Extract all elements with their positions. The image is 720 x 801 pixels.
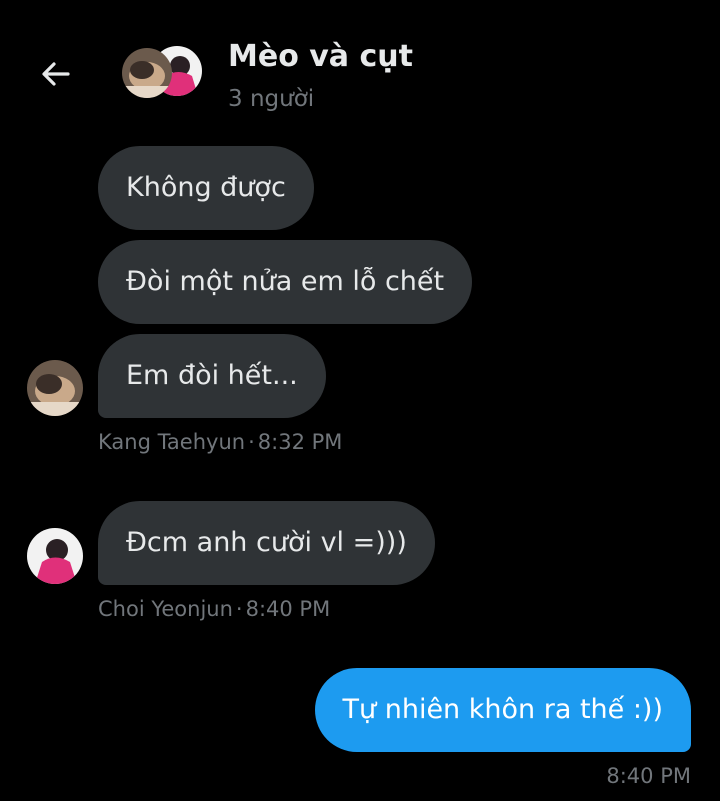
sender-name[interactable]: Choi Yeonjun — [98, 597, 233, 621]
group-avatar[interactable] — [122, 46, 204, 100]
message-time: 8:40 PM — [245, 597, 331, 621]
member-avatar — [122, 48, 172, 98]
message-bubble-outgoing[interactable]: Tự nhiên khôn ra thế :)) — [314, 668, 691, 752]
sender-avatar[interactable] — [27, 360, 83, 416]
conversation-header: Mèo và cụt 3 người — [0, 0, 720, 130]
message-bubble-incoming[interactable]: Đcm anh cười vl =))) — [98, 501, 435, 585]
conversation-title: Mèo và cụt — [228, 39, 413, 74]
message-bubble-incoming[interactable]: Đòi một nửa em lỗ chết — [98, 240, 473, 324]
meta-separator: · — [235, 597, 243, 621]
member-count: 3 người — [228, 86, 315, 112]
message-time: 8:32 PM — [257, 430, 343, 454]
message-meta: Kang Taehyun · 8:32 PM — [98, 430, 342, 454]
message-meta: 8:40 PM — [606, 764, 691, 788]
back-button[interactable] — [34, 52, 78, 96]
message-bubble-incoming[interactable]: Không được — [98, 146, 314, 230]
message-time: 8:40 PM — [606, 764, 691, 788]
message-meta: Choi Yeonjun · 8:40 PM — [98, 597, 330, 621]
meta-separator: · — [248, 430, 255, 454]
message-bubble-incoming[interactable]: Em đòi hết... — [98, 334, 326, 418]
sender-avatar[interactable] — [27, 528, 83, 584]
arrow-left-icon — [42, 62, 70, 86]
sender-name[interactable]: Kang Taehyun — [98, 430, 245, 454]
